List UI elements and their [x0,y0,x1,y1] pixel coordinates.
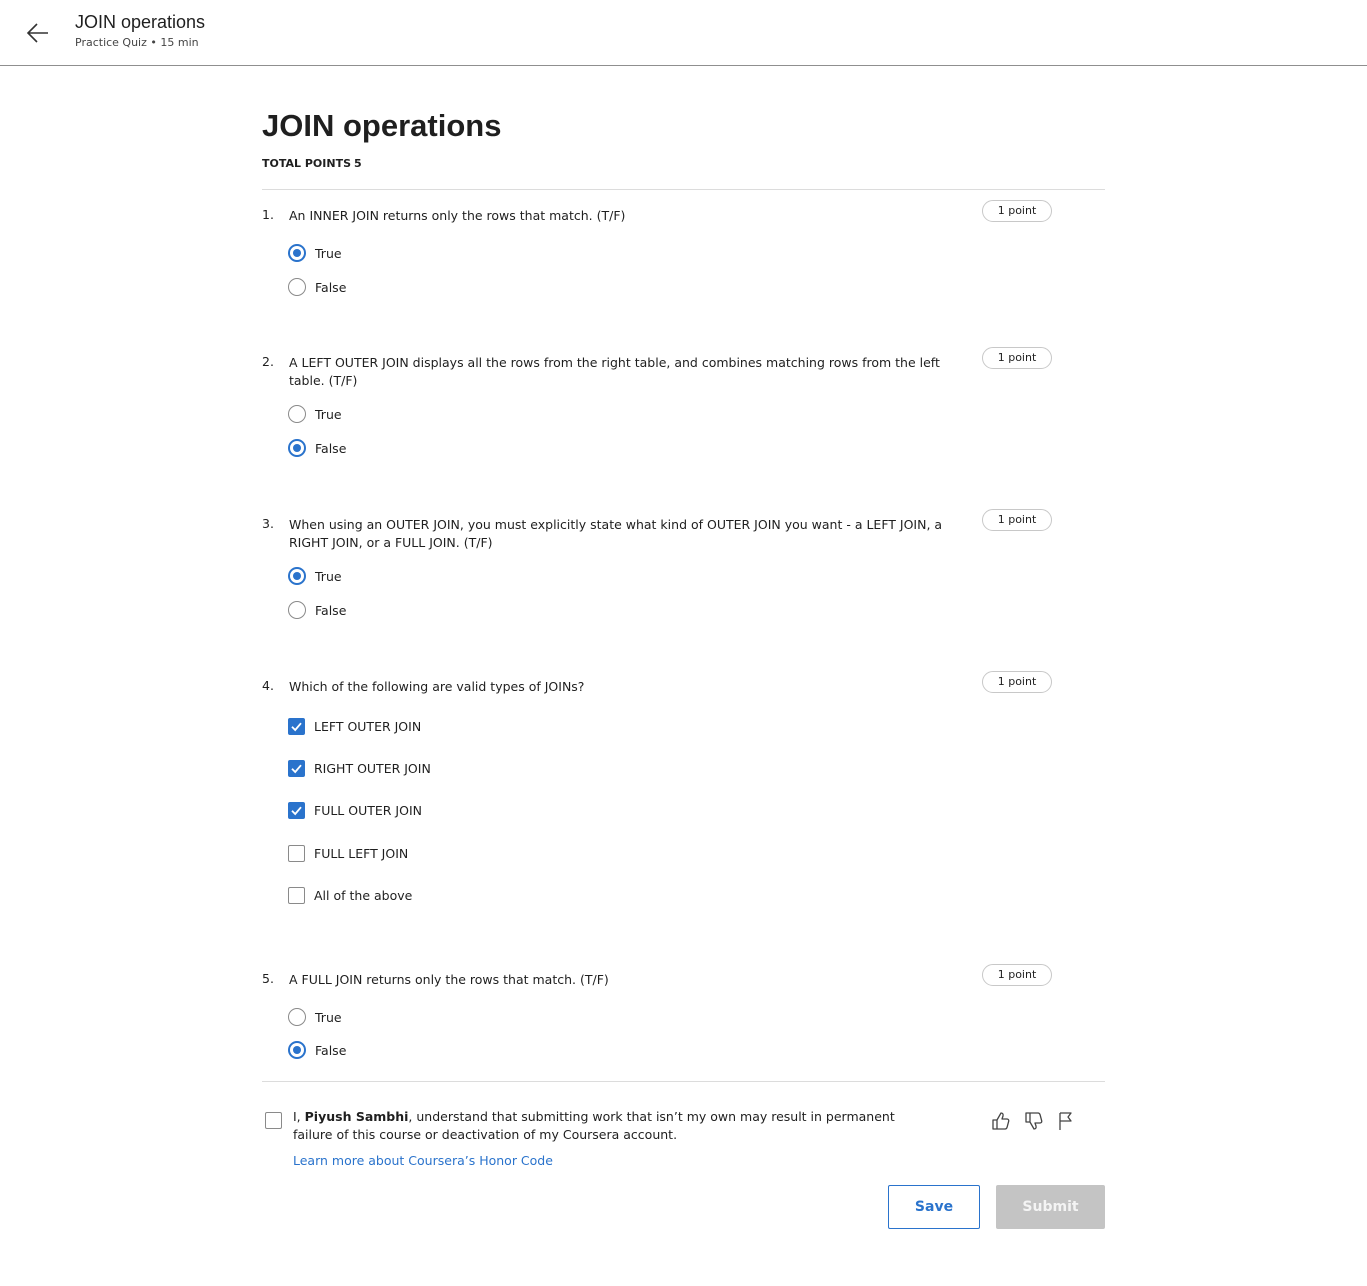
question-number: 5. [262,971,274,986]
points-badge: 1 point [982,671,1052,693]
radio-option[interactable]: False [288,600,346,620]
question-text: When using an OUTER JOIN, you must expli… [289,517,943,550]
question-text: A LEFT OUTER JOIN displays all the rows … [289,355,940,388]
option-label: False [315,440,347,456]
checkbox-checked-icon[interactable] [288,801,305,819]
flag-icon[interactable] [1055,1110,1077,1132]
total-points-label: TOTAL POINTS [262,157,351,170]
option-label: True [315,406,342,422]
points-badge: 1 point [982,347,1052,369]
option-label: RIGHT OUTER JOIN [314,760,431,776]
submit-button[interactable]: Submit [996,1185,1105,1229]
points-badge: 1 point [982,200,1052,222]
radio-unselected-icon[interactable] [288,278,306,296]
radio-option[interactable]: False [288,1040,346,1060]
radio-unselected-icon[interactable] [288,1008,306,1026]
checkbox-option[interactable]: All of the above [288,885,412,905]
question-number: 1. [262,207,274,222]
option-label: True [315,245,342,261]
checkbox-checked-icon[interactable] [288,759,305,777]
honor-code-checkbox[interactable] [265,1112,282,1129]
page-title: JOIN operations [262,108,502,143]
honor-prefix: I, [293,1109,305,1124]
radio-option[interactable]: False [288,277,346,297]
radio-selected-icon[interactable] [288,439,306,457]
option-label: FULL LEFT JOIN [314,845,409,861]
points-badge: 1 point [982,964,1052,986]
honor-code-statement: I, Piyush Sambhi, understand that submit… [293,1108,903,1144]
option-label: False [315,602,347,618]
checkbox-unchecked-icon[interactable] [288,886,305,904]
radio-option[interactable]: True [288,404,342,424]
header-subtitle: Practice Quiz • 15 min [75,36,199,49]
option-label: LEFT OUTER JOIN [314,718,422,734]
option-label: False [315,279,347,295]
radio-option[interactable]: True [288,243,342,263]
question-text: Which of the following are valid types o… [289,679,585,694]
checkbox-unchecked-icon[interactable] [288,844,305,862]
total-points-value: 5 [354,157,362,170]
learner-name: Piyush Sambhi [304,1109,409,1124]
checkbox-checked-icon[interactable] [288,717,305,735]
top-bar: JOIN operations Practice Quiz • 15 min [0,0,1367,66]
option-label: True [315,1009,342,1025]
option-label: FULL OUTER JOIN [314,802,422,818]
question-number: 4. [262,678,274,693]
checkbox-option[interactable]: FULL LEFT JOIN [288,843,408,863]
header-title: JOIN operations [75,12,206,32]
checkbox-option[interactable]: LEFT OUTER JOIN [288,716,421,736]
radio-unselected-icon[interactable] [288,405,306,423]
radio-unselected-icon[interactable] [288,601,306,619]
arrow-left-icon[interactable] [24,19,52,47]
honor-code-link[interactable]: Learn more about Coursera’s Honor Code [293,1153,553,1168]
radio-option[interactable]: False [288,438,346,458]
checkbox-option[interactable]: RIGHT OUTER JOIN [288,758,431,778]
thumbs-up-icon[interactable] [990,1110,1012,1132]
question-number: 2. [262,354,274,369]
divider [262,1081,1105,1082]
radio-selected-icon[interactable] [288,244,306,262]
divider [262,189,1105,190]
question-text: A FULL JOIN returns only the rows that m… [289,972,609,987]
option-label: False [315,1042,347,1058]
question-text: An INNER JOIN returns only the rows that… [289,208,626,223]
option-label: True [315,568,342,584]
question-number: 3. [262,516,274,531]
checkbox-option[interactable]: FULL OUTER JOIN [288,800,422,820]
save-button[interactable]: Save [888,1185,980,1229]
total-points: TOTAL POINTS 5 [262,157,362,170]
radio-selected-icon[interactable] [288,1041,306,1059]
thumbs-down-icon[interactable] [1023,1110,1045,1132]
points-badge: 1 point [982,509,1052,531]
radio-option[interactable]: True [288,1007,342,1027]
radio-option[interactable]: True [288,566,342,586]
option-label: All of the above [314,887,413,903]
radio-selected-icon[interactable] [288,567,306,585]
